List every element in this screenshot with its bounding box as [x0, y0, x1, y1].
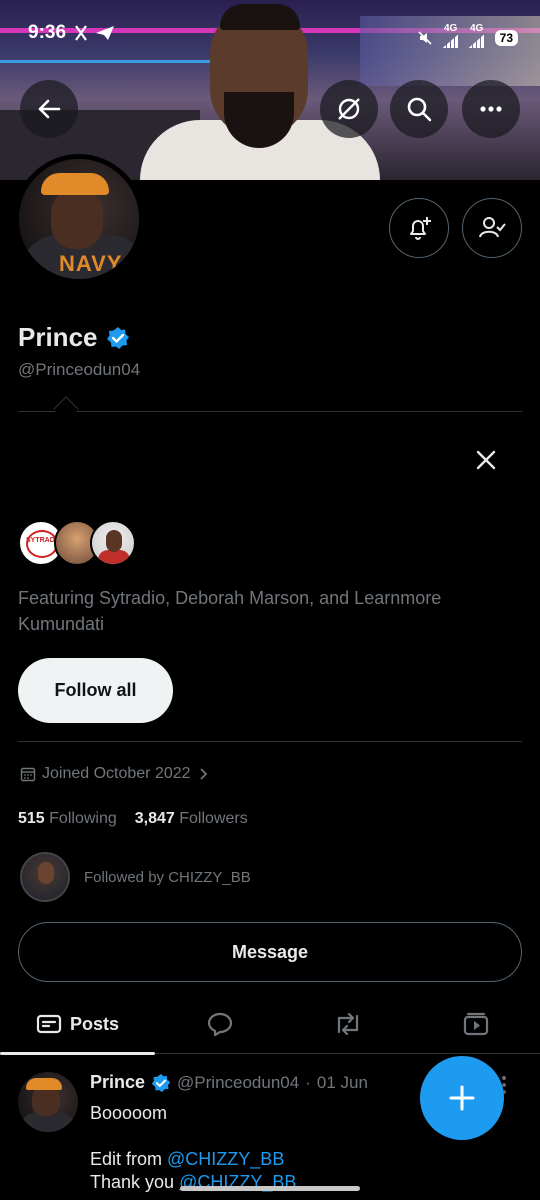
more-options-button[interactable]	[462, 80, 520, 138]
post-separator: ·	[305, 1072, 311, 1092]
message-button[interactable]: Message	[18, 922, 522, 982]
tab-replies[interactable]	[190, 994, 250, 1054]
close-suggestions-button[interactable]	[470, 444, 502, 476]
profile-handle: @Princeodun04	[18, 360, 141, 379]
follower-avatar	[20, 852, 70, 902]
chevron-right-icon	[199, 768, 207, 780]
verified-badge-icon	[151, 1073, 171, 1092]
divider	[18, 741, 522, 742]
status-bar: 9:36 4G 4G 73	[0, 22, 540, 48]
notifications-button[interactable]	[389, 198, 449, 258]
search-button[interactable]	[390, 80, 448, 138]
media-icon	[463, 1012, 489, 1036]
joined-date: Joined October 2022	[42, 765, 191, 782]
tab-reposts[interactable]	[318, 994, 378, 1054]
network-type-1: 4G	[442, 24, 459, 51]
notification-icons	[74, 24, 118, 47]
follow-stats: 515 Following 3,847 Followers	[18, 810, 248, 828]
tab-posts-label: Posts	[69, 1013, 120, 1034]
plus-icon	[449, 1085, 475, 1111]
person-check-icon	[479, 217, 506, 238]
suggestions-featuring-text: Featuring Sytradio, Deborah Marson, and …	[18, 588, 442, 634]
close-icon	[476, 450, 496, 470]
arrow-left-icon	[38, 99, 61, 119]
profile-tabs: Posts	[0, 994, 540, 1055]
signal-icon	[442, 34, 459, 48]
tab-media[interactable]	[446, 994, 506, 1054]
home-indicator[interactable]	[180, 1186, 360, 1191]
more-horizontal-icon	[480, 106, 502, 112]
followed-by-text: Followed by CHIZZY_BB	[84, 868, 251, 886]
post-author-handle: @Princeodun04	[177, 1072, 300, 1092]
post-author-name[interactable]: Prince	[90, 1072, 145, 1093]
follow-all-button[interactable]: Follow all	[18, 658, 173, 723]
mute-icon	[418, 30, 432, 45]
avatar-hoodie-text: NAVY	[59, 251, 123, 276]
mention-link[interactable]: @CHIZZY_BB	[167, 1149, 284, 1169]
search-icon	[407, 97, 432, 122]
suggestion-pointer	[53, 396, 79, 422]
following-button[interactable]	[462, 198, 522, 258]
verified-badge-icon	[106, 326, 129, 349]
post-header: Prince @Princeodun04 · 01 Jun	[90, 1072, 368, 1093]
suggested-avatar-learnmore[interactable]	[90, 520, 136, 566]
battery-level: 73	[494, 29, 518, 46]
status-time: 9:36	[28, 22, 67, 43]
back-button[interactable]	[20, 80, 78, 138]
bell-plus-icon	[410, 217, 431, 240]
active-tab-indicator	[0, 1052, 155, 1055]
reply-bubble-icon	[207, 1012, 233, 1037]
compose-post-button[interactable]	[420, 1056, 504, 1140]
profile-name: Prince	[18, 322, 130, 353]
x-logo-icon	[75, 25, 114, 41]
grok-button[interactable]	[320, 80, 378, 138]
suggested-accounts-avatars[interactable]: SYTRADIO	[18, 520, 138, 568]
tab-posts[interactable]: Posts	[0, 994, 155, 1055]
followed-by-row[interactable]: Followed by CHIZZY_BB	[20, 852, 251, 902]
joined-date-row[interactable]: Joined October 2022	[20, 765, 211, 783]
profile-name-text: Prince	[18, 322, 98, 352]
grok-icon	[338, 98, 360, 120]
following-stat[interactable]: 515 Following	[18, 810, 117, 828]
calendar-icon	[20, 767, 36, 782]
repost-icon	[337, 1012, 359, 1036]
followers-stat[interactable]: 3,847 Followers	[135, 810, 248, 828]
post-date: 01 Jun	[316, 1072, 368, 1092]
network-type-2: 4G	[468, 24, 485, 51]
divider	[18, 411, 522, 412]
signal-icon	[468, 34, 485, 48]
profile-avatar[interactable]: NAVY	[14, 154, 144, 284]
post-author-avatar[interactable]	[18, 1072, 78, 1132]
posts-icon	[36, 1014, 62, 1034]
post-text: Booooom Edit from @CHIZZY_BB Thank you @…	[90, 1103, 297, 1192]
